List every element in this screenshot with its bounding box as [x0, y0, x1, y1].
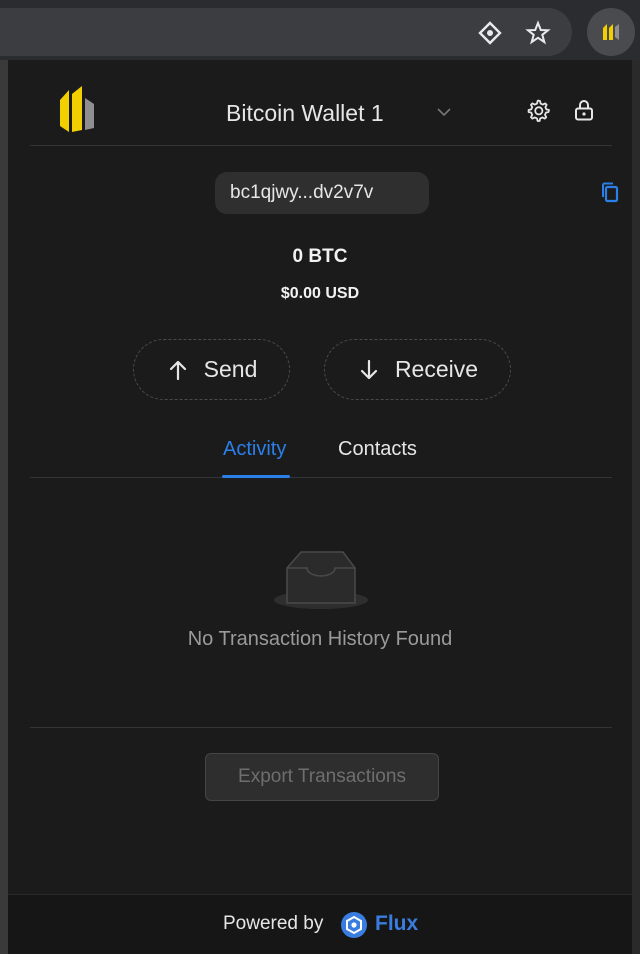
wallet-logo-icon	[60, 86, 94, 132]
address-pill[interactable]: bc1qjwy...dv2v7v	[215, 172, 619, 214]
balance-usd: $0.00 USD	[280, 285, 360, 302]
lock-icon[interactable]	[572, 98, 596, 122]
arrow-up-icon	[169, 360, 186, 380]
active-tab-indicator	[222, 475, 290, 478]
arrow-down-icon	[360, 359, 378, 379]
gear-icon[interactable]	[526, 98, 550, 122]
wallet-popup: Bitcoin Wallet 1 bc1qjwy...dv2v7v 0 BTC …	[8, 60, 632, 954]
export-transactions-button[interactable]: Export Transactions	[205, 753, 439, 801]
flux-extension-icon[interactable]	[587, 8, 635, 56]
star-icon[interactable]	[525, 20, 551, 46]
receive-button[interactable]: Receive	[324, 339, 511, 400]
diamond-eye-icon[interactable]	[477, 20, 503, 46]
wallet-header: Bitcoin Wallet 1	[30, 60, 612, 146]
footer: Powered by Flux	[8, 894, 632, 954]
flux-brand-link[interactable]: Flux	[375, 912, 418, 936]
send-button[interactable]: Send	[133, 339, 290, 400]
divider	[30, 727, 612, 728]
tab-contacts[interactable]: Contacts	[338, 438, 417, 461]
page-background-left	[0, 60, 8, 954]
empty-inbox-icon	[274, 551, 368, 609]
copy-icon[interactable]	[601, 182, 621, 204]
send-label: Send	[203, 356, 258, 382]
browser-toolbar	[0, 0, 640, 60]
wallet-selector[interactable]: Bitcoin Wallet 1	[226, 100, 384, 127]
chevron-down-icon[interactable]	[434, 102, 454, 122]
empty-state-message: No Transaction History Found	[187, 628, 453, 650]
balance-btc: 0 BTC	[292, 246, 348, 267]
page-background-right	[632, 60, 640, 954]
tab-activity[interactable]: Activity	[223, 438, 286, 461]
powered-by-label: Powered by	[223, 913, 324, 934]
wallet-address: bc1qjwy...dv2v7v	[230, 182, 374, 203]
receive-label: Receive	[394, 356, 479, 382]
flux-logo-icon[interactable]	[340, 911, 368, 939]
activity-tabs: Activity Contacts	[30, 420, 612, 478]
